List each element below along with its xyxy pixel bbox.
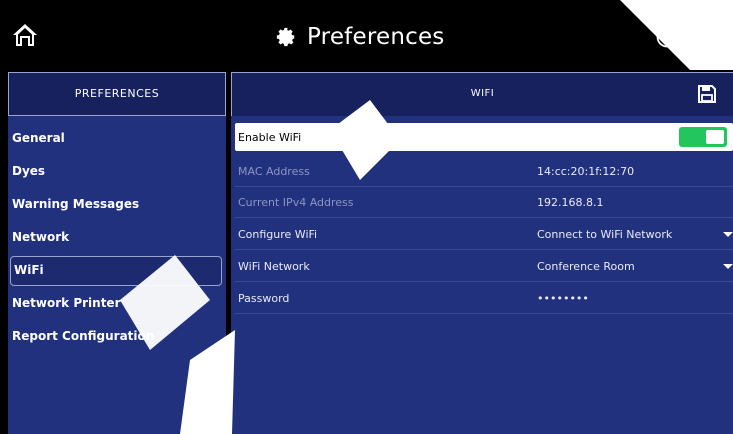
wifi-heading: WIFI xyxy=(470,88,495,99)
enable-wifi-toggle[interactable] xyxy=(679,127,727,147)
wifi-network-select[interactable]: Conference Room xyxy=(537,260,635,273)
info-icon[interactable] xyxy=(656,26,678,48)
password-field[interactable]: •••••••• xyxy=(537,292,589,305)
chevron-down-icon[interactable] xyxy=(723,264,733,269)
wifi-panel: WIFI Enable WiFi MAC Address 14:cc:20:1f… xyxy=(231,72,733,434)
title-text: Preferences xyxy=(307,24,445,50)
configure-wifi-label: Configure WiFi xyxy=(238,228,318,241)
mac-address-label: MAC Address xyxy=(238,165,310,178)
wifi-network-row[interactable]: WiFi Network Conference Room xyxy=(235,252,733,282)
sidebar-item-report-configuration[interactable]: Report Configuration xyxy=(8,322,226,355)
ipv4-address-row: Current IPv4 Address 192.168.8.1 xyxy=(235,188,733,218)
ipv4-address-label: Current IPv4 Address xyxy=(238,196,354,209)
sidebar-header: PREFERENCES xyxy=(8,72,226,116)
wifi-network-label: WiFi Network xyxy=(238,260,310,273)
sidebar-menu: General Dyes Warning Messages Network Wi… xyxy=(8,124,226,355)
enable-wifi-row: Enable WiFi xyxy=(235,123,733,151)
save-icon[interactable] xyxy=(697,84,717,104)
toggle-knob xyxy=(706,130,724,144)
home-icon[interactable] xyxy=(12,22,38,48)
wifi-panel-header: WIFI xyxy=(231,72,733,116)
sidebar: PREFERENCES General Dyes Warning Message… xyxy=(8,72,226,434)
password-label: Password xyxy=(238,292,290,305)
sidebar-item-network[interactable]: Network xyxy=(8,223,226,256)
sidebar-item-dyes[interactable]: Dyes xyxy=(8,157,226,190)
ipv4-address-value: 192.168.8.1 xyxy=(537,196,604,209)
top-bar: Preferences xyxy=(0,0,733,72)
page-title: Preferences xyxy=(275,22,444,52)
sidebar-item-wifi[interactable]: WiFi xyxy=(10,256,222,286)
mac-address-row: MAC Address 14:cc:20:1f:12:70 xyxy=(235,157,733,187)
sidebar-item-general[interactable]: General xyxy=(8,124,226,157)
sidebar-heading: PREFERENCES xyxy=(74,87,160,100)
battery-icon xyxy=(697,31,719,45)
chevron-down-icon[interactable] xyxy=(723,232,733,237)
enable-wifi-label: Enable WiFi xyxy=(238,131,302,144)
configure-wifi-row[interactable]: Configure WiFi Connect to WiFi Network xyxy=(235,220,733,250)
mac-address-value: 14:cc:20:1f:12:70 xyxy=(537,165,635,178)
gear-icon xyxy=(276,27,295,47)
configure-wifi-select[interactable]: Connect to WiFi Network xyxy=(537,228,672,241)
sidebar-item-warning-messages[interactable]: Warning Messages xyxy=(8,190,226,223)
password-row[interactable]: Password •••••••• xyxy=(235,284,733,314)
sidebar-item-network-printer[interactable]: Network Printer xyxy=(8,289,226,322)
